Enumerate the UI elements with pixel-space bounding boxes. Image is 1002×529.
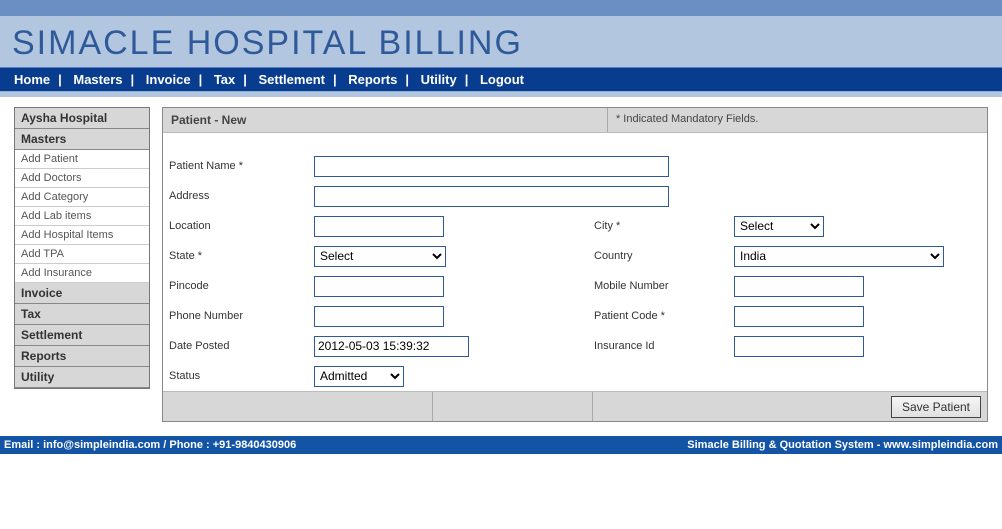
label-insurance-id: Insurance Id [588, 336, 728, 356]
phone-field[interactable] [314, 306, 444, 327]
top-strip [0, 0, 1002, 16]
sidebar-hospital: Aysha Hospital [15, 108, 149, 129]
app-title: SIMACLE HOSPITAL BILLING [0, 16, 1002, 67]
label-mobile: Mobile Number [588, 276, 728, 296]
footer-cell-2 [433, 392, 593, 421]
sidebar-item-add-lab-items[interactable]: Add Lab items [15, 207, 149, 226]
nav-reports[interactable]: Reports [340, 72, 405, 87]
bottom-bar: Email : info@simpleindia.com / Phone : +… [0, 436, 1002, 454]
state-select[interactable]: Select [314, 246, 446, 267]
sidebar-section-invoice[interactable]: Invoice [15, 283, 149, 304]
label-location: Location [163, 216, 308, 236]
pincode-field[interactable] [314, 276, 444, 297]
sidebar-section-tax[interactable]: Tax [15, 304, 149, 325]
sidebar-item-add-insurance[interactable]: Add Insurance [15, 264, 149, 283]
city-select[interactable]: Select [734, 216, 824, 237]
footer-left: Email : info@simpleindia.com / Phone : +… [4, 439, 296, 451]
sidebar-section-utility[interactable]: Utility [15, 367, 149, 388]
address-field[interactable] [314, 186, 669, 207]
save-patient-button[interactable]: Save Patient [891, 396, 981, 418]
sidebar-section-reports[interactable]: Reports [15, 346, 149, 367]
nav-logout[interactable]: Logout [472, 72, 532, 87]
sidebar-item-add-category[interactable]: Add Category [15, 188, 149, 207]
sidebar-item-add-hospital-items[interactable]: Add Hospital Items [15, 226, 149, 245]
label-patient-code: Patient Code * [588, 306, 728, 326]
status-select[interactable]: Admitted [314, 366, 404, 387]
nav-settlement[interactable]: Settlement [251, 72, 333, 87]
footer-right: Simacle Billing & Quotation System - www… [687, 439, 998, 451]
label-phone: Phone Number [163, 306, 308, 326]
label-date-posted: Date Posted [163, 336, 308, 356]
sidebar-item-add-patient[interactable]: Add Patient [15, 150, 149, 169]
mandatory-note: * Indicated Mandatory Fields. [608, 108, 987, 132]
sidebar-item-add-tpa[interactable]: Add TPA [15, 245, 149, 264]
label-country: Country [588, 246, 728, 266]
sidebar-section-settlement[interactable]: Settlement [15, 325, 149, 346]
form-panel: Patient - New * Indicated Mandatory Fiel… [162, 107, 988, 422]
sidebar-section-masters[interactable]: Masters [15, 129, 149, 150]
mobile-field[interactable] [734, 276, 864, 297]
patient-code-field[interactable] [734, 306, 864, 327]
footer-cell-1 [163, 392, 433, 421]
nav-invoice[interactable]: Invoice [138, 72, 199, 87]
label-address: Address [163, 186, 308, 206]
sidebar: Aysha Hospital Masters Add Patient Add D… [14, 107, 150, 389]
label-status: Status [163, 366, 308, 386]
nav-tax[interactable]: Tax [206, 72, 243, 87]
label-patient-name: Patient Name * [163, 156, 308, 176]
label-pincode: Pincode [163, 276, 308, 296]
location-field[interactable] [314, 216, 444, 237]
label-state: State * [163, 246, 308, 266]
patient-name-field[interactable] [314, 156, 669, 177]
sidebar-item-add-doctors[interactable]: Add Doctors [15, 169, 149, 188]
nav-masters[interactable]: Masters [65, 72, 130, 87]
main-nav: Home| Masters| Invoice| Tax| Settlement|… [0, 67, 1002, 91]
country-select[interactable]: India [734, 246, 944, 267]
insurance-id-field[interactable] [734, 336, 864, 357]
form-title: Patient - New [163, 108, 608, 132]
label-city: City * [588, 216, 728, 236]
nav-utility[interactable]: Utility [413, 72, 465, 87]
date-posted-field[interactable] [314, 336, 469, 357]
nav-home[interactable]: Home [6, 72, 58, 87]
